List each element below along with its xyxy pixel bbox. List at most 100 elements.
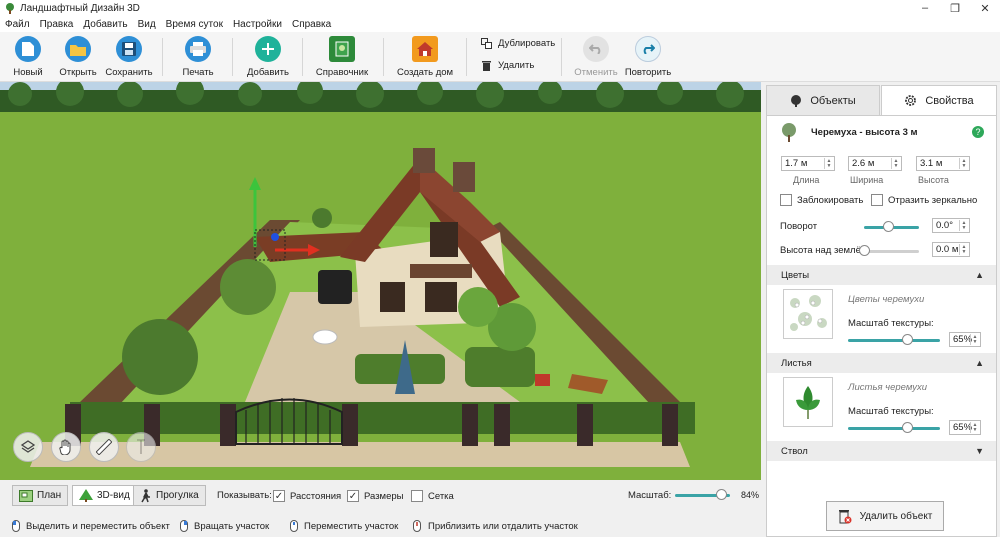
select-tool-button[interactable]	[13, 432, 43, 462]
distances-checkbox[interactable]: ✓ Расстояния	[273, 490, 341, 502]
flowers-scale-slider-track[interactable]	[848, 339, 940, 342]
checkmark-icon: ✓	[347, 490, 359, 502]
spinner-arrows-icon[interactable]: ▲ ▼	[970, 422, 979, 433]
grid-checkbox[interactable]: Сетка	[411, 490, 454, 502]
minimize-button[interactable]: –	[910, 0, 940, 16]
lock-checkbox[interactable]: Заблокировать	[780, 194, 863, 206]
spinner-arrows-icon[interactable]: ▲ ▼	[891, 158, 900, 169]
length-input[interactable]: 1.7 м ▲ ▼	[781, 156, 835, 171]
undo-label: Отменить	[574, 67, 618, 78]
height-tool-button[interactable]	[126, 432, 156, 462]
mirror-checkbox[interactable]: Отразить зеркально	[871, 194, 977, 206]
print-button[interactable]: Печать	[170, 36, 226, 78]
house-icon	[412, 36, 438, 62]
rotation-input[interactable]: 0.0° ▲ ▼	[932, 218, 970, 233]
menu-help[interactable]: Справка	[287, 19, 336, 30]
height-input[interactable]: 3.1 м ▲ ▼	[916, 156, 970, 171]
leaves-scale-input[interactable]: 65% ▲ ▼	[949, 420, 981, 435]
tab-objects[interactable]: Объекты	[766, 85, 880, 115]
measure-tool-button[interactable]	[89, 432, 119, 462]
duplicate-label: Дублировать	[498, 38, 556, 49]
redo-button[interactable]: Повторить	[620, 36, 676, 78]
width-input[interactable]: 2.6 м ▲ ▼	[848, 156, 902, 171]
spinner-arrows-icon[interactable]: ▲ ▼	[959, 244, 968, 255]
sizes-checkbox[interactable]: ✓ Размеры	[347, 490, 403, 502]
empty-checkbox-icon	[411, 490, 423, 502]
walk-view-tab[interactable]: Прогулка	[133, 485, 206, 506]
menu-time-of-day[interactable]: Время суток	[161, 19, 228, 30]
flowers-scale-input[interactable]: 65% ▲ ▼	[949, 332, 981, 347]
trunk-section-header[interactable]: Ствол ▼	[767, 441, 996, 461]
flowers-texture-thumbnail[interactable]	[783, 289, 833, 339]
new-button[interactable]: Новый	[0, 36, 56, 78]
rotation-slider-knob[interactable]	[883, 221, 895, 232]
tab-properties[interactable]: Свойства	[881, 85, 997, 115]
mirror-label: Отразить зеркально	[888, 194, 978, 206]
spinner-arrows-icon[interactable]: ▲ ▼	[959, 158, 968, 169]
leaves-section-header[interactable]: Листья ▲	[767, 353, 996, 373]
spinner-arrows-icon[interactable]: ▲ ▼	[959, 220, 968, 231]
status-rotate: Вращать участок	[180, 520, 269, 532]
leaves-texture-thumbnail[interactable]	[783, 377, 833, 427]
length-label: Длина	[793, 175, 820, 185]
menu-settings[interactable]: Настройки	[228, 19, 287, 30]
spinner-arrows-icon[interactable]: ▲ ▼	[824, 158, 833, 169]
add-button[interactable]: Добавить	[240, 36, 296, 78]
redo-label: Повторить	[624, 67, 672, 78]
trunk-section-title: Ствол	[781, 445, 808, 457]
leaf-texture-icon	[796, 386, 820, 419]
shrub-icon	[791, 94, 802, 107]
printer-icon	[185, 36, 211, 62]
delete-button[interactable]: Удалить	[481, 60, 534, 71]
menu-edit[interactable]: Правка	[35, 19, 79, 30]
flowers-scale-slider-knob[interactable]	[902, 334, 914, 345]
delete-object-button[interactable]: Удалить объект	[826, 501, 944, 531]
view-mode-bar: План 3D-вид Прогулка Показывать: ✓ Расст…	[0, 482, 761, 508]
help-icon[interactable]: ?	[972, 126, 984, 138]
properties-body: Черемуха - высота 3 м ? 1.7 м ▲ ▼ 2.6 м ▲…	[766, 115, 997, 537]
elevation-input[interactable]: 0.0 м ▲ ▼	[932, 242, 970, 257]
reference-button[interactable]: Справочник	[314, 36, 370, 78]
3d-viewport[interactable]	[0, 82, 761, 480]
garden-scene	[0, 82, 761, 480]
gear-icon	[905, 95, 917, 106]
delete-label: Удалить	[498, 60, 535, 71]
save-disk-icon	[116, 36, 142, 62]
leaves-scale-slider-knob[interactable]	[902, 422, 914, 433]
plan-view-tab[interactable]: План	[12, 485, 69, 506]
empty-checkbox-icon	[871, 194, 883, 206]
close-button[interactable]: ✕	[970, 0, 1000, 16]
title-bar: Ландшафтный Дизайн 3D	[0, 0, 1000, 16]
plan-map-icon	[19, 489, 33, 502]
pan-tool-button[interactable]	[51, 432, 81, 462]
new-label: Новый	[13, 67, 43, 78]
flowers-section-title: Цветы	[781, 269, 810, 281]
3d-view-tab[interactable]: 3D-вид	[72, 485, 137, 506]
menu-file[interactable]: Файл	[0, 19, 35, 30]
lock-label: Заблокировать	[797, 194, 864, 206]
menu-view[interactable]: Вид	[133, 19, 161, 30]
save-button[interactable]: Сохранить	[101, 36, 157, 78]
plus-icon	[255, 36, 281, 62]
flowers-section-header[interactable]: Цветы ▲	[767, 265, 996, 285]
maximize-button[interactable]: ❐	[940, 0, 970, 16]
distances-label: Расстояния	[290, 490, 342, 502]
checkmark-icon: ✓	[273, 490, 285, 502]
show-label: Показывать:	[217, 490, 272, 501]
elevation-slider-track[interactable]	[864, 250, 919, 253]
open-button[interactable]: Открыть	[50, 36, 106, 78]
toolbar-separator	[162, 38, 163, 76]
elevation-slider-knob[interactable]	[858, 245, 870, 256]
scale-slider-knob[interactable]	[715, 489, 727, 500]
tab-objects-label: Объекты	[810, 94, 856, 107]
spinner-arrows-icon[interactable]: ▲ ▼	[970, 334, 979, 345]
undo-button[interactable]: Отменить	[568, 36, 624, 78]
3d-view-label: 3D-вид	[97, 490, 130, 501]
toolbar-separator	[302, 38, 303, 76]
menu-add[interactable]: Добавить	[78, 19, 132, 30]
duplicate-button[interactable]: Дублировать	[481, 38, 555, 49]
create-house-button[interactable]: Создать дом	[397, 36, 453, 78]
leaves-scale-slider-track[interactable]	[848, 427, 940, 430]
width-value: 2.6 м	[852, 158, 875, 169]
print-label: Печать	[182, 67, 214, 78]
